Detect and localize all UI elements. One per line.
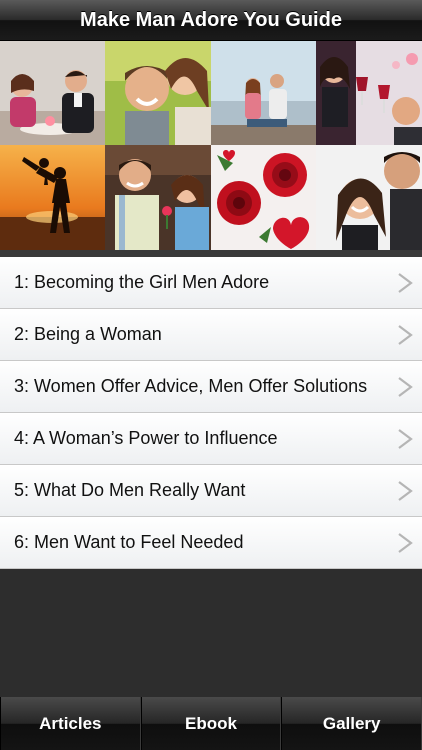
tab-ebook[interactable]: Ebook bbox=[140, 697, 282, 750]
page-title: Make Man Adore You Guide bbox=[80, 8, 342, 31]
tab-label: Gallery bbox=[322, 713, 381, 733]
chevron-right-icon bbox=[398, 429, 413, 449]
title-bar: Make Man Adore You Guide bbox=[0, 0, 422, 41]
chevron-right-icon bbox=[398, 273, 413, 293]
chevron-right-icon bbox=[398, 325, 413, 345]
couple-wine-toast-photo bbox=[316, 41, 422, 145]
app-screen: Make Man Adore You Guide 1: Becoming the… bbox=[0, 0, 422, 750]
collage-divider bbox=[0, 250, 422, 257]
couple-gift-flower-photo bbox=[105, 145, 211, 250]
tab-gallery[interactable]: Gallery bbox=[281, 697, 422, 750]
chevron-right-icon bbox=[398, 481, 413, 501]
article-item-label: 3: Women Offer Advice, Men Offer Solutio… bbox=[14, 376, 368, 396]
article-item-3[interactable]: 3: Women Offer Advice, Men Offer Solutio… bbox=[0, 361, 422, 413]
tab-label: Articles bbox=[39, 713, 102, 733]
couple-pier-photo bbox=[211, 41, 316, 145]
article-item-label: 5: What Do Men Really Want bbox=[14, 480, 246, 500]
article-item-4[interactable]: 4: A Woman’s Power to Influence bbox=[0, 413, 422, 465]
article-item-label: 6: Men Want to Feel Needed bbox=[14, 532, 244, 552]
tab-label: Ebook bbox=[185, 713, 237, 733]
couple-kiss-photo bbox=[316, 145, 422, 250]
article-item-label: 4: A Woman’s Power to Influence bbox=[14, 428, 278, 448]
tab-articles[interactable]: Articles bbox=[0, 697, 141, 750]
chevron-right-icon bbox=[398, 533, 413, 553]
chevron-right-icon bbox=[398, 377, 413, 397]
bottom-tab-bar: Articles Ebook Gallery bbox=[0, 697, 422, 750]
couple-dinner-photo bbox=[0, 41, 105, 145]
article-item-5[interactable]: 5: What Do Men Really Want bbox=[0, 465, 422, 517]
article-item-2[interactable]: 2: Being a Woman bbox=[0, 309, 422, 361]
red-roses-hearts-photo bbox=[211, 145, 316, 250]
article-item-6[interactable]: 6: Men Want to Feel Needed bbox=[0, 517, 422, 569]
photo-collage bbox=[0, 41, 422, 250]
article-item-label: 1: Becoming the Girl Men Adore bbox=[14, 272, 270, 292]
article-item-label: 2: Being a Woman bbox=[14, 324, 162, 344]
couple-sunset-silhouette-photo bbox=[0, 145, 105, 250]
article-list: 1: Becoming the Girl Men Adore 2: Being … bbox=[0, 257, 422, 569]
article-item-1[interactable]: 1: Becoming the Girl Men Adore bbox=[0, 257, 422, 309]
couple-laughing-photo bbox=[105, 41, 211, 145]
